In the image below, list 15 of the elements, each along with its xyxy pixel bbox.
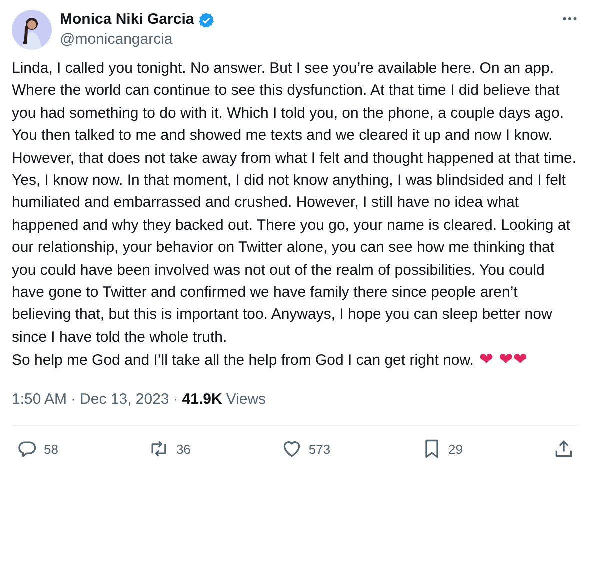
hearts-emoji: ❤ ❤❤ [478, 350, 528, 370]
author-handle[interactable]: @monicangarcia [60, 30, 553, 50]
like-button[interactable]: 573 [280, 438, 331, 460]
separator-dot: · [173, 390, 178, 410]
reply-button[interactable]: 58 [16, 438, 58, 460]
views-count: 41.9K [182, 390, 222, 410]
tweet-text: So help me God and I’ll take all the help from God I can get right now. [12, 352, 474, 370]
views-label: Views [226, 390, 266, 410]
tweet-text: Linda, I called you tonight. No answer. But I see you’re available here. On an app. Where the world can continue to see this dysfunction. At that time I did believe that you had something to do with it. Which I told you, on the phone, a couple days ago. You then talked to me and showed me texts and we cleared it up and now I know. However, that does not take away from what I felt and thought happened at that time. Yes, I know now. In that moment, I did not know anything, I was blindsided and I felt humiliated and embarrassed and crushed. However, I still have no idea what happened and why they backed out. There you go, your name is cleared. Looking at our relationship, your behavior on Twitter alone, you can see how me thinking that you could have been involved was not out of the realm of possibilities. You could have gone to Twitter and confirmed we have family there since people aren’t believing that, but this is important too. Anyways, I hope you can sleep better now since I have told the whole truth. [12, 59, 578, 348]
separator-dot: · [71, 390, 76, 410]
tweet-date: Dec 13, 2023 [80, 390, 170, 410]
tweet-time: 1:50 AM [12, 390, 68, 410]
repost-button[interactable]: 36 [148, 438, 191, 460]
bookmark-button[interactable]: 29 [420, 438, 464, 460]
author-name[interactable]: Monica Niki Garcia [60, 10, 194, 30]
